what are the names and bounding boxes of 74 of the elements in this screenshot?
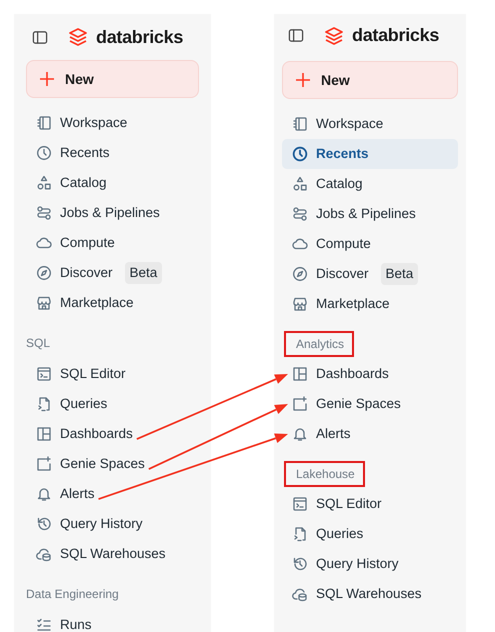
plus-icon	[39, 71, 55, 87]
section-heading: Lakehouse	[284, 461, 365, 487]
nav-item[interactable]: Recents	[26, 138, 199, 168]
plus-icon	[295, 72, 311, 88]
cloud-icon	[36, 235, 52, 251]
terminal-window-icon	[292, 496, 308, 512]
nav-item[interactable]: Marketplace	[26, 288, 199, 318]
bell-icon	[36, 486, 52, 502]
layers-logo-icon	[68, 27, 88, 47]
checklist-icon	[36, 617, 52, 632]
nav-item[interactable]: Genie Spaces	[282, 389, 458, 419]
nav-item[interactable]: Runs	[26, 610, 199, 632]
dashboard-icon	[292, 366, 308, 382]
compass-icon	[36, 265, 52, 281]
nav-item[interactable]: Compute	[26, 228, 199, 258]
nav-item[interactable]: Query History	[282, 549, 458, 579]
shapes-icon	[292, 176, 308, 192]
nav-item[interactable]: Dashboards	[26, 419, 199, 449]
compass-icon	[292, 266, 308, 282]
cloud-database-icon	[292, 586, 308, 602]
nav-item[interactable]: SQL Editor	[26, 359, 199, 389]
section-heading: Data Engineering	[25, 586, 120, 603]
history-icon	[36, 516, 52, 532]
nav-item[interactable]: SQL Warehouses	[282, 579, 458, 609]
sparkle-frame-icon	[36, 456, 52, 472]
nav-item[interactable]: Queries	[282, 519, 458, 549]
workflow-icon	[36, 205, 52, 221]
history-icon	[292, 556, 308, 572]
file-code-icon	[36, 396, 52, 412]
nav-item[interactable]: Compute	[282, 229, 458, 259]
nav-item[interactable]: Workspace	[282, 109, 458, 139]
nav-item[interactable]: Alerts	[26, 479, 199, 509]
file-code-icon	[292, 526, 308, 542]
logo-text: databricks	[352, 24, 440, 47]
clock-icon	[292, 146, 308, 162]
sidebar-toggle-icon[interactable]	[288, 27, 304, 44]
nav-item[interactable]: Jobs & Pipelines	[26, 198, 199, 228]
nav-item[interactable]: Jobs & Pipelines	[282, 199, 458, 229]
notebook-icon	[292, 116, 308, 132]
sparkle-frame-icon	[292, 396, 308, 412]
nav-item[interactable]: Marketplace	[282, 289, 458, 319]
store-icon	[292, 296, 308, 312]
shapes-icon	[36, 175, 52, 191]
sidebar-toggle-icon[interactable]	[32, 28, 48, 46]
notebook-icon	[36, 115, 52, 131]
cloud-database-icon	[36, 546, 52, 562]
nav-item[interactable]: Alerts	[282, 419, 458, 449]
nav-item[interactable]: Catalog	[282, 169, 458, 199]
nav-item[interactable]: Queries	[26, 389, 199, 419]
nav-item[interactable]: Recents	[282, 139, 458, 169]
nav-item[interactable]: Discover Beta	[282, 259, 458, 289]
section-heading: Analytics	[284, 331, 354, 357]
nav-item[interactable]: Dashboards	[282, 359, 458, 389]
clock-icon	[36, 145, 52, 161]
new-button[interactable]: New	[26, 60, 199, 98]
nav-item[interactable]: Query History	[26, 509, 199, 539]
beta-tag: Beta	[380, 262, 418, 286]
nav-item[interactable]: Workspace	[26, 108, 199, 138]
nav-item[interactable]: Catalog	[26, 168, 199, 198]
nav-item[interactable]: SQL Warehouses	[26, 539, 199, 569]
workflow-icon	[292, 206, 308, 222]
cloud-icon	[292, 236, 308, 252]
dashboard-icon	[36, 426, 52, 442]
nav-item[interactable]: Discover Beta	[26, 258, 199, 288]
store-icon	[36, 295, 52, 311]
beta-tag: Beta	[124, 262, 162, 284]
section-heading: SQL	[25, 335, 52, 352]
terminal-window-icon	[36, 366, 52, 382]
logo-text: databricks	[96, 26, 184, 48]
nav-item[interactable]: SQL Editor	[282, 489, 458, 519]
new-button[interactable]: New	[282, 61, 458, 99]
layers-logo-icon	[324, 26, 344, 46]
nav-item[interactable]: Genie Spaces	[26, 449, 199, 479]
bell-icon	[292, 426, 308, 442]
